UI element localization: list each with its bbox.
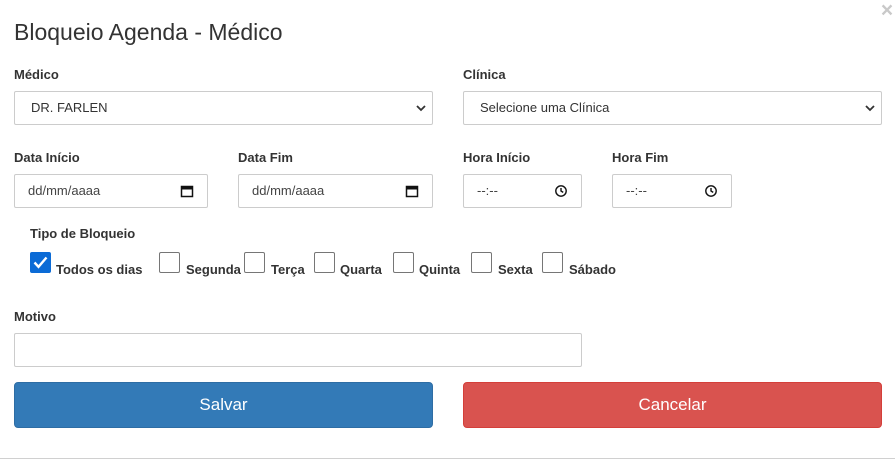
hora-inicio-label: Hora Início bbox=[463, 150, 531, 165]
data-fim-placeholder: dd/mm/aaaa bbox=[252, 183, 325, 198]
hora-inicio-input[interactable]: --:-- bbox=[463, 174, 582, 208]
data-inicio-input[interactable]: dd/mm/aaaa bbox=[14, 174, 208, 208]
tipo-bloqueio-label: Tipo de Bloqueio bbox=[30, 226, 136, 241]
checkbox-label-terca: Terça bbox=[271, 262, 305, 277]
data-inicio-label: Data Início bbox=[14, 150, 80, 165]
hora-fim-placeholder: --:-- bbox=[626, 183, 647, 198]
clock-icon[interactable] bbox=[704, 184, 718, 198]
checkbox-label-sabado: Sábado bbox=[569, 262, 616, 277]
checkbox-terca[interactable] bbox=[244, 252, 265, 273]
data-fim-label: Data Fim bbox=[238, 150, 293, 165]
medico-selected-value: DR. FARLEN bbox=[31, 100, 108, 115]
bloqueio-agenda-modal: × Bloqueio Agenda - Médico Médico DR. FA… bbox=[0, 0, 895, 459]
data-inicio-placeholder: dd/mm/aaaa bbox=[28, 183, 101, 198]
modal-title: Bloqueio Agenda - Médico bbox=[14, 19, 283, 45]
chevron-down-icon bbox=[416, 105, 426, 112]
clinica-label: Clínica bbox=[463, 67, 506, 82]
checkbox-sabado[interactable] bbox=[542, 252, 563, 273]
checkbox-todos-os-dias[interactable] bbox=[30, 252, 51, 273]
chevron-down-icon bbox=[865, 105, 875, 112]
clock-icon[interactable] bbox=[554, 184, 568, 198]
checkbox-label-sexta: Sexta bbox=[498, 262, 533, 277]
hora-inicio-placeholder: --:-- bbox=[477, 183, 498, 198]
hora-fim-input[interactable]: --:-- bbox=[612, 174, 732, 208]
hora-fim-label: Hora Fim bbox=[612, 150, 669, 165]
checkbox-sexta[interactable] bbox=[471, 252, 492, 273]
clinica-selected-value: Selecione uma Clínica bbox=[480, 100, 610, 115]
checkbox-label-quinta: Quinta bbox=[419, 262, 461, 277]
cancel-button[interactable]: Cancelar bbox=[463, 382, 882, 428]
medico-label: Médico bbox=[14, 67, 59, 82]
check-icon bbox=[33, 256, 48, 269]
calendar-icon[interactable] bbox=[405, 184, 419, 198]
motivo-input[interactable] bbox=[14, 333, 582, 367]
medico-select[interactable]: DR. FARLEN bbox=[14, 91, 433, 125]
checkbox-label-todos-os-dias: Todos os dias bbox=[56, 262, 143, 277]
motivo-label: Motivo bbox=[14, 309, 56, 324]
checkbox-quinta[interactable] bbox=[393, 252, 414, 273]
checkbox-label-quarta: Quarta bbox=[340, 262, 382, 277]
close-icon[interactable]: × bbox=[879, 0, 895, 21]
checkbox-label-segunda: Segunda bbox=[186, 262, 241, 277]
clinica-select[interactable]: Selecione uma Clínica bbox=[463, 91, 882, 125]
data-fim-input[interactable]: dd/mm/aaaa bbox=[238, 174, 433, 208]
checkbox-segunda[interactable] bbox=[159, 252, 180, 273]
calendar-icon[interactable] bbox=[180, 184, 194, 198]
save-button[interactable]: Salvar bbox=[14, 382, 433, 428]
checkbox-quarta[interactable] bbox=[314, 252, 335, 273]
